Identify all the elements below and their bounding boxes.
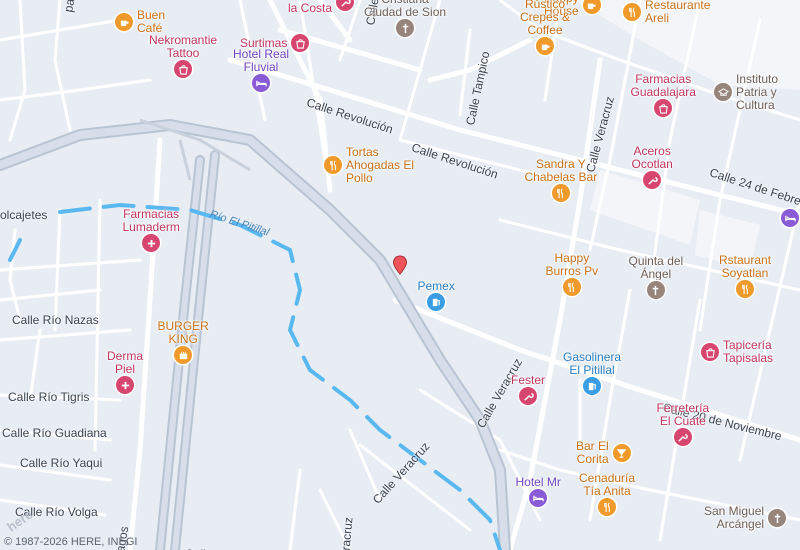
- poi-label: Iglesia Cristiana Ciudad de Sion: [364, 0, 447, 19]
- poi-label: Rstaurant Soyatlan: [719, 253, 772, 280]
- church-icon[interactable]: [646, 281, 665, 299]
- poi-label: Aceros de la Costa: [278, 0, 333, 15]
- hotel-icon[interactable]: [781, 209, 799, 227]
- tool-icon[interactable]: [643, 171, 662, 189]
- poi-derma-piel[interactable]: Derma Piel: [107, 350, 143, 394]
- pharmacy-icon[interactable]: [142, 234, 161, 252]
- poi-happy-burros[interactable]: Happy Burros Pv: [545, 251, 599, 296]
- poi-ferreteria[interactable]: Ferretería El Cuate: [656, 401, 710, 446]
- poi-label: Cenaduría Tía Anita: [579, 471, 636, 498]
- street-label-topL: pa: [61, 0, 78, 14]
- poi-gasolinera[interactable]: Gasolinera El Pitillal: [563, 351, 621, 395]
- poi-rst-soyatlan[interactable]: Rstaurant Soyatlan: [719, 254, 771, 298]
- poi-label: Farmacias Lumaderm: [122, 207, 180, 234]
- poi-san-miguel[interactable]: San Miguel Arcángel: [704, 504, 787, 531]
- poi-label: Fester: [511, 373, 546, 387]
- poi-label: Hotel Real Fluvial: [233, 47, 290, 74]
- poi-pemex[interactable]: Pemex: [418, 280, 455, 311]
- poi-label: Sandra Y Chabelas Bar: [524, 157, 598, 184]
- fuel-icon[interactable]: [427, 293, 446, 311]
- church-icon[interactable]: [396, 19, 415, 37]
- poi-fester[interactable]: Fester: [511, 374, 545, 405]
- street-label-olca: olcajetes: [0, 208, 48, 222]
- poi-label: San Miguel Arcángel: [704, 504, 765, 531]
- poi-farm-guadalajara[interactable]: Farmacias Guadalajara: [631, 73, 696, 117]
- street-label-tigris: Calle Río Tigris: [8, 390, 90, 404]
- poi-label: Restaurante Areli: [645, 0, 711, 25]
- poi-label: Derma Piel: [107, 349, 144, 376]
- poi-burger-king[interactable]: BURGER KING: [158, 320, 209, 364]
- poi-nekromantie[interactable]: Nekromantie Tattoo: [149, 34, 217, 78]
- street-label-guadiana: Calle Río Guadiana: [2, 426, 107, 440]
- poi-hotel-right[interactable]: Hote de: [781, 205, 800, 231]
- poi-label: Pemex: [417, 279, 455, 293]
- location-pin-icon[interactable]: [392, 255, 408, 275]
- fuel-icon[interactable]: [583, 377, 602, 395]
- food-icon[interactable]: [598, 498, 617, 516]
- poi-label: Buen Café: [137, 8, 166, 35]
- poi-label: Gasolinera El Pitillal: [563, 350, 622, 377]
- fastfood-icon[interactable]: [174, 346, 193, 364]
- tool-icon[interactable]: [519, 387, 537, 405]
- poi-aceros-costa[interactable]: Aceros de la Costa: [278, 0, 355, 15]
- poi-rest-areli[interactable]: Restaurante Areli: [623, 0, 710, 25]
- map-copyright: © 1987-2026 HERE, INEGI: [4, 536, 138, 548]
- food-icon[interactable]: [623, 3, 641, 21]
- school-icon[interactable]: [714, 83, 732, 101]
- hotel-icon[interactable]: [252, 74, 271, 92]
- poi-farm-lumaderm[interactable]: Farmacias Lumaderm: [123, 208, 180, 252]
- poi-tortas[interactable]: Tortas Ahogadas El Pollo: [324, 144, 415, 185]
- poi-iglesia[interactable]: Iglesia Cristiana Ciudad de Sion: [364, 0, 446, 37]
- poi-label: Aceros Ocotlan: [631, 144, 673, 171]
- shop-icon[interactable]: [654, 99, 673, 117]
- poi-aceros-ocotlan[interactable]: Aceros Ocotlan: [632, 145, 673, 189]
- food-icon[interactable]: [736, 280, 755, 298]
- poi-label: BURGER KING: [157, 319, 209, 346]
- street-label-ver4: eracruz: [338, 516, 356, 550]
- food-icon[interactable]: [324, 156, 342, 174]
- poi-label: Happy Burros Pv: [545, 251, 599, 278]
- poi-label: Quinta del Ángel: [628, 254, 684, 281]
- food-icon[interactable]: [551, 184, 570, 202]
- hotel-icon[interactable]: [529, 489, 548, 507]
- tool-icon[interactable]: [336, 0, 355, 11]
- poi-label: Nekromantie Tattoo: [149, 33, 218, 60]
- poi-label: Rústico Crepes & Coffee: [520, 0, 571, 37]
- poi-label: Bar El Corita: [576, 439, 609, 466]
- poi-hotel-real[interactable]: Hotel Real Fluvial: [233, 48, 289, 92]
- poi-tapiceria[interactable]: Tapicería Tapisalas: [701, 339, 773, 365]
- cafe-icon[interactable]: [536, 37, 555, 55]
- poi-cenaduria[interactable]: Cenaduría Tía Anita: [579, 472, 635, 516]
- poi-buen-cafe[interactable]: Buen Café: [115, 9, 165, 35]
- shop-icon[interactable]: [291, 34, 310, 52]
- poi-hotel-mr[interactable]: Hotel Mr: [516, 476, 561, 507]
- poi-label: Hotel Mr: [515, 475, 561, 489]
- drink-icon[interactable]: [612, 444, 631, 462]
- poi-rustico[interactable]: Rústico Crepes & Coffee: [520, 0, 570, 55]
- poi-instituto[interactable]: Instituto Patria y Cultura: [714, 71, 779, 112]
- poi-label: Instituto Patria y Cultura: [736, 71, 779, 112]
- pharmacy-icon[interactable]: [116, 376, 134, 394]
- poi-label: Tapicería Tapisalas: [723, 338, 774, 365]
- street-label-yaqui: Calle Río Yaqui: [20, 456, 103, 470]
- poi-label: Tortas Ahogadas El Pollo: [346, 144, 415, 185]
- street-label-nazas: Calle Río Nazas: [12, 313, 99, 327]
- food-icon[interactable]: [562, 278, 581, 296]
- poi-label: Ferretería El Cuate: [656, 401, 710, 428]
- poi-quinta[interactable]: Quinta del Ángel: [628, 254, 684, 299]
- cafe-icon[interactable]: [115, 13, 133, 31]
- cafe-icon[interactable]: [582, 0, 601, 14]
- poi-label: Farmacias Guadalajara: [630, 72, 696, 99]
- poi-sandra[interactable]: Sandra Y Chabelas Bar: [524, 157, 598, 202]
- map-canvas[interactable]: Calle Revolución Calle Revolución Calle 24…: [0, 0, 800, 550]
- church-icon[interactable]: [768, 509, 787, 527]
- shop-icon[interactable]: [174, 60, 193, 78]
- tool-icon[interactable]: [673, 428, 692, 446]
- shop-icon[interactable]: [701, 343, 719, 361]
- poi-bar-corita[interactable]: Bar El Corita: [576, 440, 631, 466]
